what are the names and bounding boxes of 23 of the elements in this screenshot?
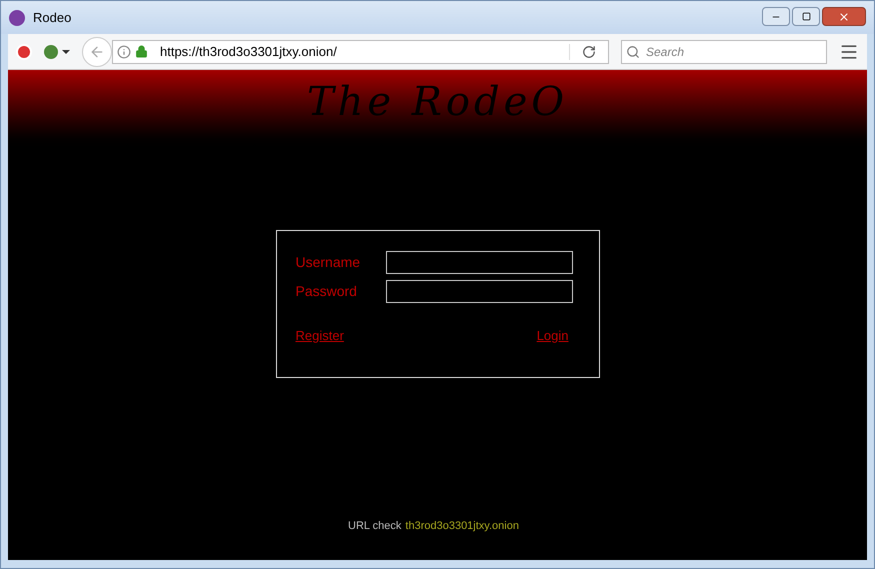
back-icon: [89, 44, 105, 60]
window-title: Rodeo: [33, 8, 72, 27]
close-button[interactable]: [822, 7, 866, 26]
lock-icon: [135, 45, 148, 58]
site-title: The RodeO: [306, 78, 568, 127]
browser-logo-icon: [9, 10, 25, 26]
input-field[interactable]: [386, 251, 572, 274]
search-field[interactable]: Search: [621, 40, 827, 64]
onion-url: th3rod3o3301jtxy.onion: [405, 519, 519, 534]
url-check-label: URL check: [348, 519, 402, 534]
register-link[interactable]: Register: [296, 326, 344, 346]
input-field[interactable]: [386, 280, 572, 303]
maximize-icon: [802, 12, 810, 21]
reload-icon[interactable]: [582, 44, 596, 58]
close-icon: [838, 10, 850, 22]
address-bar[interactable]: https://th3rod3o3301jtxy.onion/: [112, 40, 609, 64]
url-text: https://th3rod3o3301jtxy.onion/: [160, 42, 338, 61]
info-icon: [117, 44, 131, 58]
search-icon: [626, 44, 640, 58]
maximize-button[interactable]: [792, 7, 820, 26]
login-link[interactable]: Login: [536, 326, 568, 346]
field-label: Password: [296, 282, 357, 301]
field-label: Username: [296, 253, 360, 272]
